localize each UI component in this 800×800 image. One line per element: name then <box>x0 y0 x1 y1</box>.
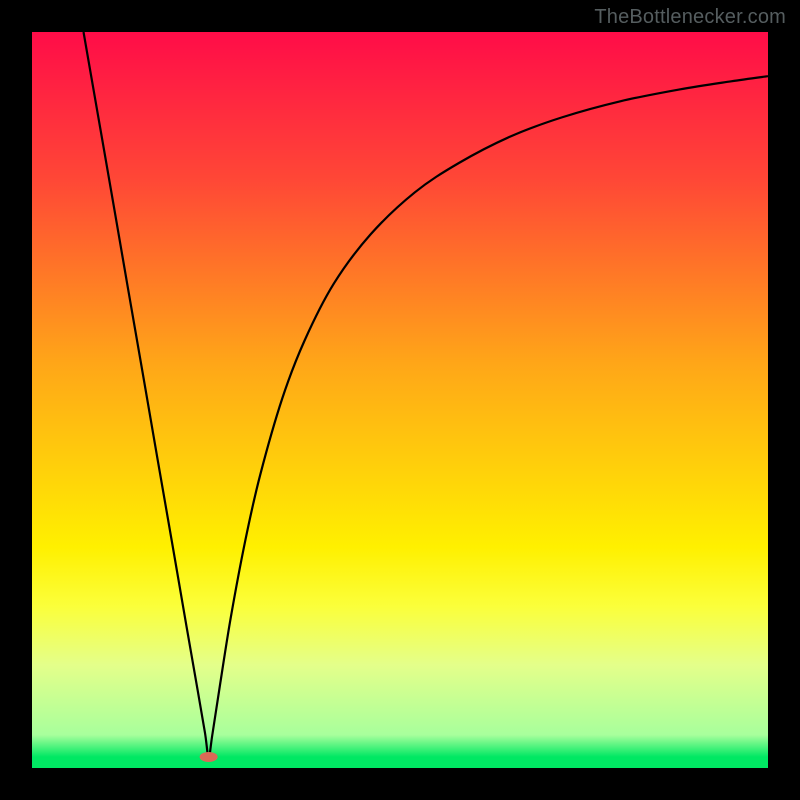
watermark-text: TheBottlenecker.com <box>594 6 786 29</box>
optimum-marker <box>200 752 218 762</box>
chart-background <box>32 32 768 768</box>
chart-frame: TheBottlenecker.com <box>0 0 800 800</box>
chart-plot-area <box>32 32 768 768</box>
chart-svg <box>32 32 768 768</box>
